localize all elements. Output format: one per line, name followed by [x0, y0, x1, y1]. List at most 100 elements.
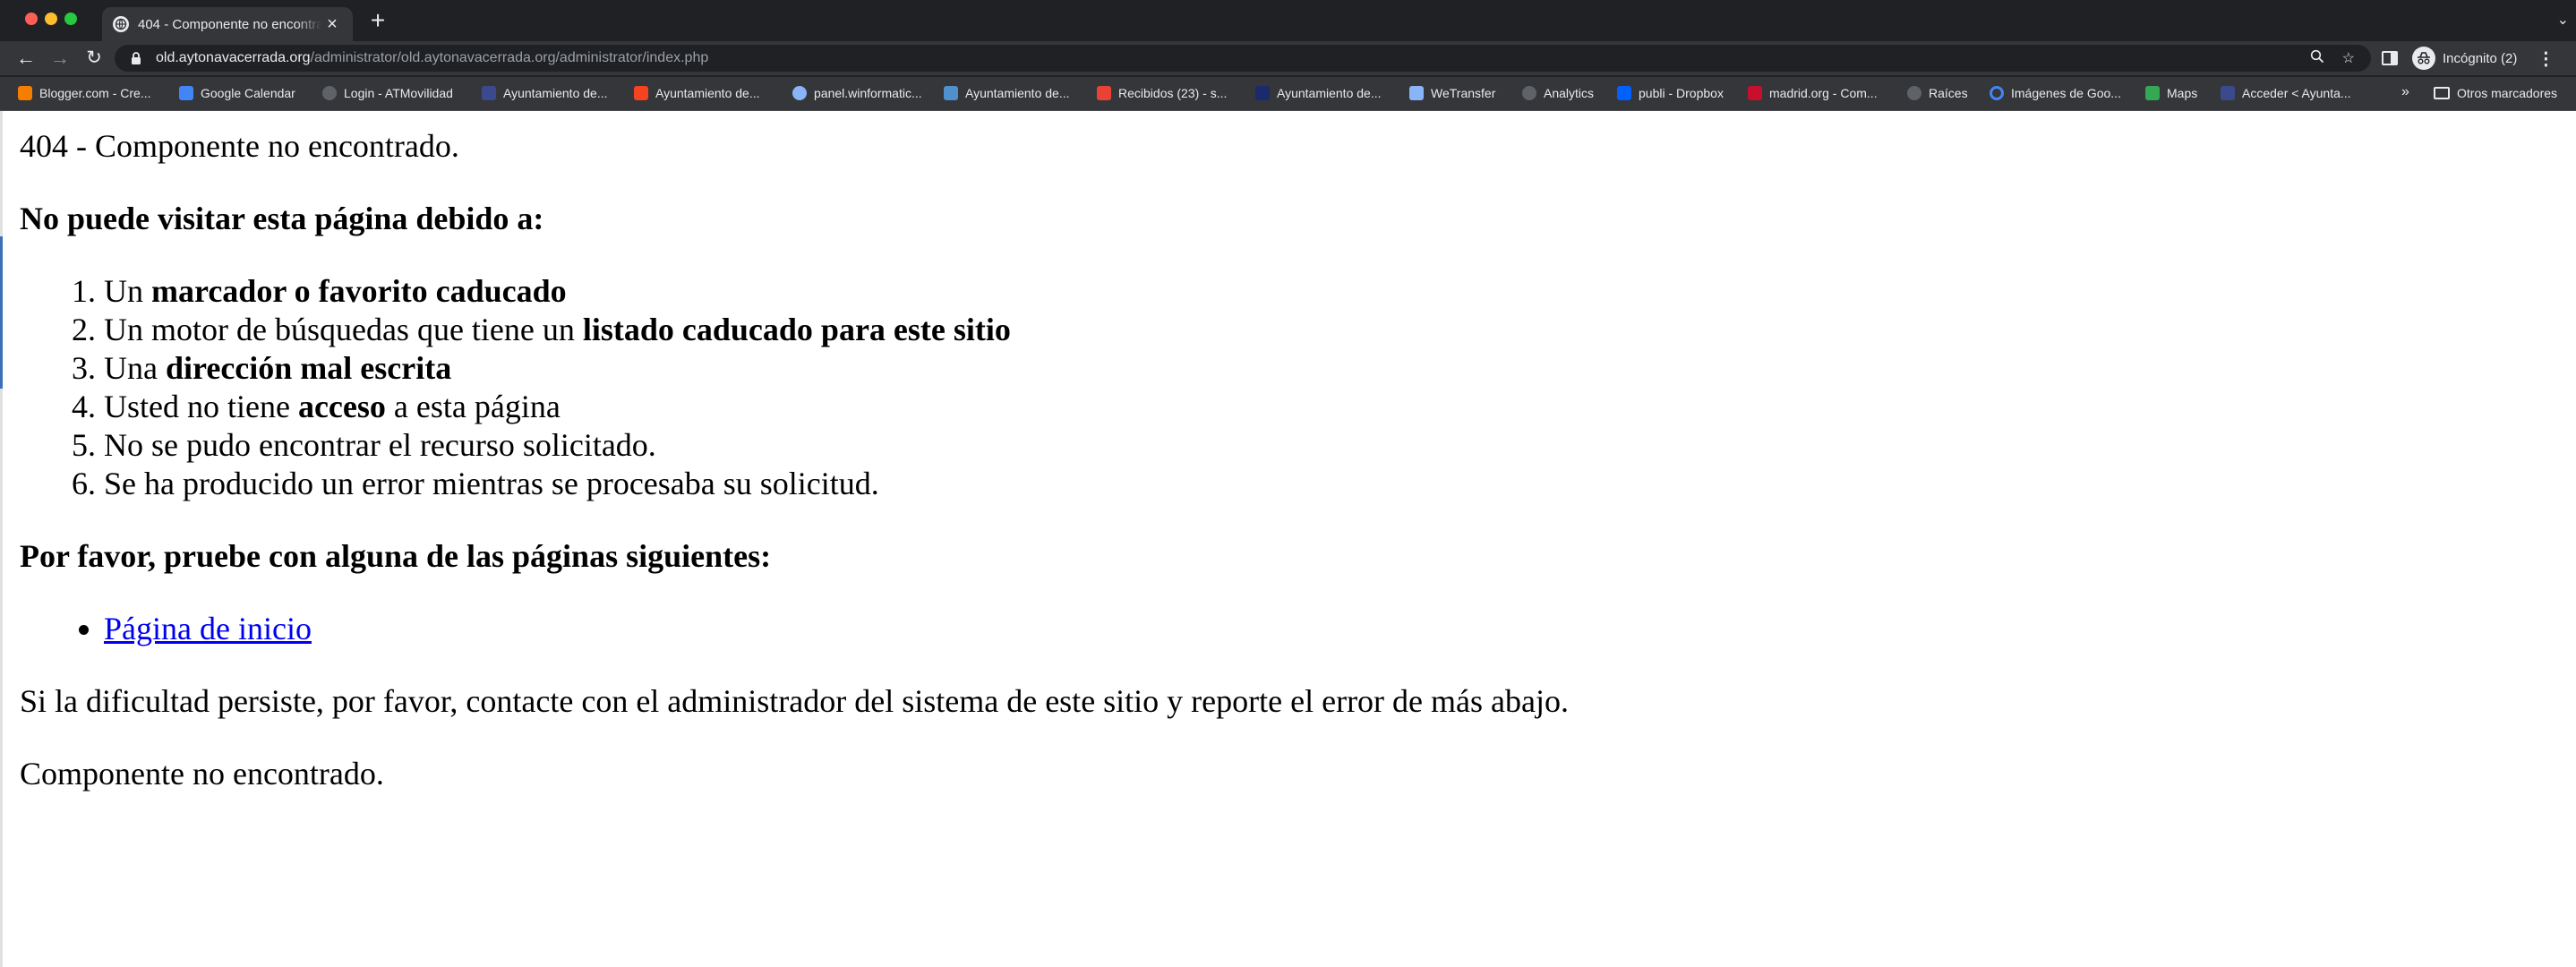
bookmark-label: Acceder < Ayunta... [2242, 86, 2351, 100]
calendar-icon [179, 86, 193, 100]
reason-emphasis: acceso [297, 389, 386, 424]
bookmark-item[interactable]: Acceder < Ayunta... [2221, 77, 2351, 109]
more-bookmarks-icon[interactable]: » [2401, 84, 2409, 100]
list-item: Un marcador o favorito caducado [104, 272, 2527, 311]
globe-icon [322, 86, 337, 100]
incognito-icon [2412, 47, 2435, 70]
reload-button[interactable]: ↻ [82, 47, 106, 70]
bookmark-item[interactable]: Ayuntamiento de... [1255, 77, 1381, 109]
error-message: Componente no encontrado. [20, 756, 384, 792]
page-title: 404 - Componente no encontrado. [20, 128, 459, 164]
bookmarks-bar: » Otros marcadores Blogger.com - Cre... G… [0, 77, 2576, 111]
bookmark-item[interactable]: Google Calendar [179, 77, 295, 109]
reason-text: No se pudo encontrar el recurso solicita… [104, 427, 656, 463]
list-item: No se pudo encontrar el recurso solicita… [104, 426, 2527, 465]
bookmark-label: Imágenes de Goo... [2011, 86, 2121, 100]
bookmark-item[interactable]: Raíces [1907, 77, 1968, 109]
bookmark-label: publi - Dropbox [1639, 86, 1724, 100]
reason-text: Un motor de búsquedas que tiene un [104, 312, 583, 347]
reasons-heading: No puede visitar esta página debido a: [20, 201, 544, 236]
address-bar-actions: ☆ [2310, 49, 2355, 68]
bookmark-label: Ayuntamiento de... [1277, 86, 1382, 100]
google-icon [1990, 86, 2004, 100]
active-tab[interactable]: 404 - Componente no encontrado × [102, 7, 353, 41]
tab-title: 404 - Componente no encontrado [138, 16, 322, 32]
list-item: Un motor de búsquedas que tiene un lista… [104, 311, 2527, 349]
tab-strip: 404 - Componente no encontrado × + ⌄ [0, 0, 2576, 41]
bookmark-item[interactable]: Login - ATMovilidad [322, 77, 453, 109]
bookmark-item[interactable]: Imágenes de Goo... [1990, 77, 2121, 109]
alternatives-heading: Por favor, pruebe con alguna de las pági… [20, 538, 772, 574]
new-tab-button[interactable]: + [365, 8, 390, 34]
forward-button[interactable]: → [48, 47, 72, 70]
list-item: Una dirección mal escrita [104, 349, 2527, 388]
incognito-profile-button[interactable]: Incógnito (2) [2412, 47, 2517, 70]
zoom-icon[interactable] [2310, 49, 2324, 68]
list-item: Página de inicio [104, 610, 2527, 648]
bookmark-item[interactable]: Recibidos (23) - s... [1097, 77, 1227, 109]
close-tab-icon[interactable]: × [322, 14, 342, 35]
reason-text: Usted no tiene [104, 389, 298, 424]
bookmark-item[interactable]: WeTransfer [1409, 77, 1495, 109]
list-item: Usted no tiene acceso a esta página [104, 388, 2527, 426]
reason-emphasis: dirección mal escrita [165, 350, 452, 386]
persist-message: Si la dificultad persiste, por favor, co… [20, 683, 1569, 719]
browser-toolbar: ← → ↻ old.aytonavacerrada.org/administra… [0, 41, 2576, 75]
site-icon [2221, 86, 2235, 100]
side-panel-icon[interactable] [2382, 51, 2398, 65]
error-content: 404 - Componente no encontrado. No puede… [20, 127, 2527, 827]
bookmark-label: Ayuntamiento de... [655, 86, 760, 100]
bookmark-item[interactable]: Ayuntamiento de... [944, 77, 1069, 109]
url-text: old.aytonavacerrada.org/administrator/ol… [156, 50, 708, 66]
blogger-icon [18, 86, 32, 100]
other-bookmarks-folder[interactable]: Otros marcadores [2434, 77, 2557, 109]
reason-emphasis: marcador o favorito caducado [151, 273, 567, 309]
bookmark-item[interactable]: Analytics [1522, 77, 1594, 109]
globe-icon [1522, 86, 1536, 100]
bookmark-label: Ayuntamiento de... [965, 86, 1070, 100]
globe-icon [792, 86, 807, 100]
bookmark-label: Blogger.com - Cre... [39, 86, 151, 100]
bookmark-label: panel.winformatic... [814, 86, 922, 100]
home-page-link[interactable]: Página de inicio [104, 611, 312, 646]
bookmark-item[interactable]: Ayuntamiento de... [634, 77, 759, 109]
madrid-icon [1748, 86, 1762, 100]
address-bar[interactable]: old.aytonavacerrada.org/administrator/ol… [115, 45, 2371, 72]
other-bookmarks-label: Otros marcadores [2457, 86, 2558, 100]
bookmark-item[interactable]: publi - Dropbox [1617, 77, 1724, 109]
bookmark-label: Maps [2167, 86, 2198, 100]
reason-text: Se ha producido un error mientras se pro… [104, 466, 879, 501]
gmail-icon [1097, 86, 1111, 100]
site-icon [482, 86, 496, 100]
dropbox-icon [1617, 86, 1631, 100]
bookmark-item[interactable]: Maps [2145, 77, 2197, 109]
globe-icon [113, 16, 129, 32]
joomla-icon [944, 86, 958, 100]
bookmark-label: Google Calendar [201, 86, 295, 100]
bookmark-label: Analytics [1544, 86, 1595, 100]
bookmark-label: Ayuntamiento de... [503, 86, 608, 100]
list-item: Se ha producido un error mientras se pro… [104, 465, 2527, 503]
bookmark-label: Raíces [1929, 86, 1968, 100]
reasons-list: Un marcador o favorito caducadoUn motor … [20, 272, 2527, 503]
url-path: /administrator/old.aytonavacerrada.org/a… [310, 50, 709, 65]
bookmark-item[interactable]: madrid.org - Com... [1748, 77, 1878, 109]
bookmark-item[interactable]: Ayuntamiento de... [482, 77, 607, 109]
bookmark-item[interactable]: Blogger.com - Cre... [18, 77, 151, 109]
maximize-window-button[interactable] [64, 13, 77, 25]
menu-icon[interactable]: ⋮ [2537, 47, 2555, 70]
maps-icon [2145, 86, 2160, 100]
toolbar-right: Incógnito (2) ⋮ [2382, 45, 2555, 72]
minimize-window-button[interactable] [45, 13, 57, 25]
browser-chrome: 404 - Componente no encontrado × + ⌄ ← →… [0, 0, 2576, 111]
bookmark-star-icon[interactable]: ☆ [2342, 49, 2355, 68]
reason-text: Un [104, 273, 151, 309]
bookmark-item[interactable]: panel.winformatic... [792, 77, 922, 109]
url-host: old.aytonavacerrada.org [156, 50, 311, 65]
bookmark-label: madrid.org - Com... [1769, 86, 1878, 100]
back-button[interactable]: ← [14, 47, 38, 70]
close-window-button[interactable] [25, 13, 38, 25]
reason-text: a esta página [385, 389, 561, 424]
reason-text: Una [104, 350, 166, 386]
tab-search-icon[interactable]: ⌄ [2557, 11, 2569, 29]
